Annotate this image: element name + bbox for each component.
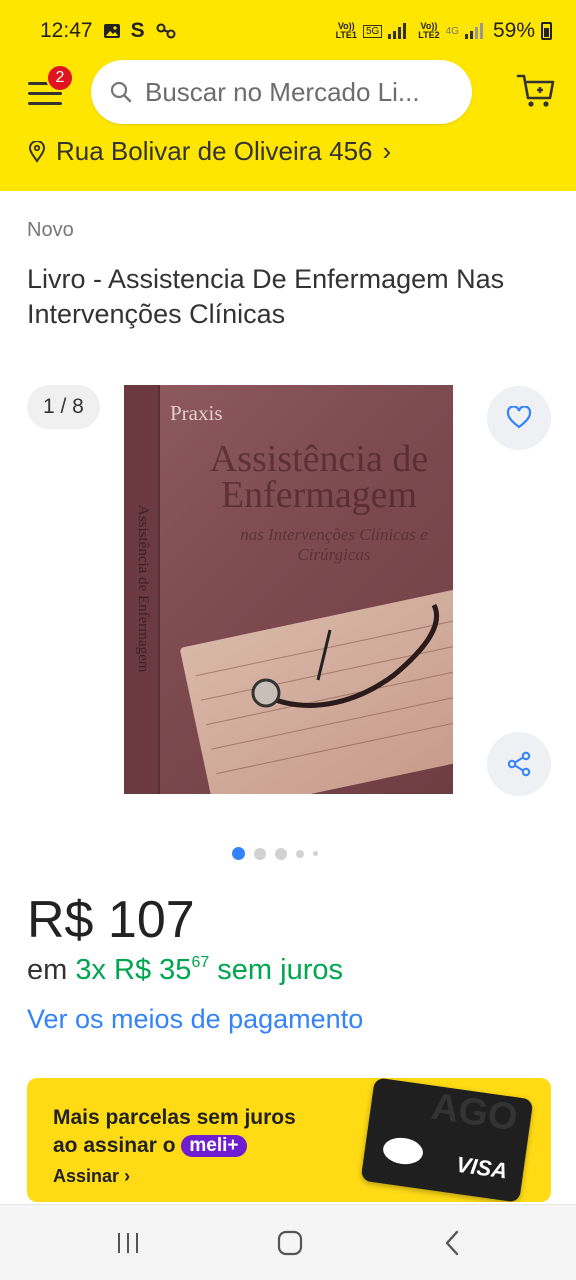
sim2-network: 4G — [445, 25, 459, 37]
carousel-dot-active[interactable] — [232, 847, 245, 860]
carousel-dot[interactable] — [275, 847, 287, 860]
sim1-network: 5G — [362, 24, 383, 38]
product-price: R$ 107 — [27, 891, 195, 949]
search-bar[interactable] — [91, 60, 472, 124]
sim1-indicator: Vo)) LTE1 — [335, 21, 357, 40]
carousel-dot[interactable] — [313, 851, 318, 856]
sim2-indicator: Vo)) LTE2 — [418, 21, 440, 40]
sim1-signal-icon — [388, 23, 407, 39]
delivery-location[interactable]: Rua Bolivar de Oliveira 456 › — [28, 136, 391, 167]
meli-plus-promo-card[interactable]: AGO VISA Mais parcelas sem juros ao assi… — [27, 1078, 551, 1202]
status-bar: 12:47 S Vo)) LTE1 5G Vo)) LTE2 4G 59% — [0, 0, 576, 62]
status-time: 12:47 — [40, 19, 93, 42]
search-input[interactable] — [145, 76, 465, 108]
share-button[interactable] — [487, 732, 551, 796]
favorite-button[interactable] — [487, 386, 551, 450]
gallery-counter: 1 / 8 — [27, 385, 100, 429]
product-title: Livro - Assistencia De Enfermagem Nas In… — [27, 264, 505, 329]
product-image[interactable]: Assistência de Enfermagem Praxis Assistê… — [124, 385, 453, 794]
home-icon — [277, 1230, 303, 1256]
chevron-right-icon: › — [124, 1166, 131, 1186]
spine-title: Assistência de Enfermagem — [135, 505, 151, 673]
location-text: Rua Bolivar de Oliveira 456 — [56, 136, 373, 166]
visa-logo: VISA — [454, 1151, 509, 1184]
subscribe-link[interactable]: Assinar › — [53, 1166, 130, 1187]
voicemail-notification-icon — [156, 23, 176, 39]
battery-percent: 59% — [492, 19, 535, 42]
battery-icon — [541, 22, 552, 40]
location-pin-icon — [28, 140, 46, 163]
meli-plus-badge: meli+ — [181, 1135, 247, 1157]
gallery-notification-icon — [103, 24, 120, 38]
book-cover-subtitle: nas Intervenções Clínicas e Cirúrgicas — [240, 525, 428, 564]
stethoscope-illustration — [251, 603, 440, 708]
handshake-icon — [381, 1135, 425, 1167]
chevron-right-icon: › — [382, 136, 392, 166]
system-navigation-bar — [0, 1204, 576, 1280]
search-icon — [110, 81, 132, 103]
book-cover-title: Assistência de Enfermagem — [209, 438, 429, 516]
carousel-dot[interactable] — [296, 849, 304, 858]
carousel-dots — [232, 847, 318, 860]
installment-prefix: em — [27, 954, 68, 986]
installment-cents: 67 — [191, 954, 210, 971]
carousel-dot[interactable] — [254, 847, 266, 860]
payment-methods-link[interactable]: Ver os meios de pagamento — [27, 1004, 363, 1035]
back-button[interactable] — [432, 1227, 472, 1259]
sim2-signal-icon — [464, 23, 483, 39]
menu-notification-badge: 2 — [46, 64, 74, 92]
promo-text: Mais parcelas sem juros ao assinar o mel… — [53, 1104, 296, 1160]
promo-line-2: ao assinar o meli+ — [53, 1132, 296, 1160]
s-notification-icon: S — [130, 19, 145, 42]
recent-apps-button[interactable] — [108, 1227, 148, 1259]
card-watermark: AGO — [428, 1085, 521, 1140]
cart-icon[interactable] — [515, 68, 557, 110]
product-condition: Novo — [27, 219, 74, 241]
installment-amount: 3x R$ 3567 — [75, 954, 210, 986]
heart-icon — [506, 406, 532, 429]
home-button[interactable] — [270, 1227, 310, 1259]
back-icon — [445, 1230, 459, 1256]
credit-card-illustration: AGO VISA — [360, 1078, 534, 1202]
promo-line-1: Mais parcelas sem juros — [53, 1106, 296, 1129]
publisher-label: Praxis — [170, 401, 223, 425]
share-icon — [507, 751, 531, 777]
installment-info: em 3x R$ 3567 sem juros — [27, 954, 343, 987]
recent-apps-icon — [118, 1233, 138, 1253]
book-spine: Assistência de Enfermagem — [124, 385, 160, 794]
installment-suffix: sem juros — [217, 954, 343, 986]
